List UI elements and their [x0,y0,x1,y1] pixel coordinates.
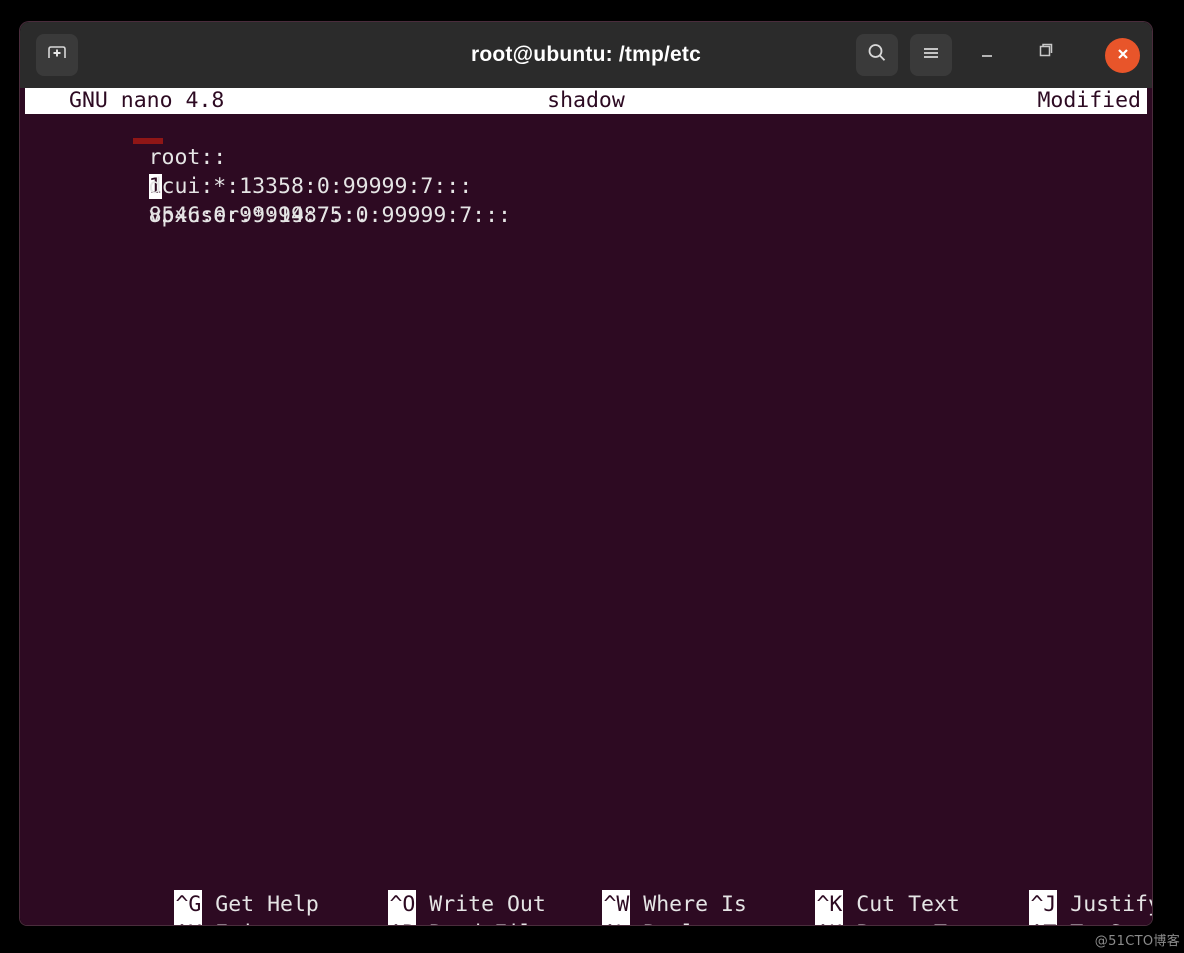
shortcut-key: ^U [815,919,844,925]
hamburger-menu-icon [919,41,943,69]
maximize-icon [1035,41,1059,69]
window-titlebar: root@ubuntu: /tmp/etc [20,22,1152,88]
shortcut-key: ^X [174,919,203,925]
terminal-window: root@ubuntu: /tmp/etc GNU nano 4.8 shado… [20,22,1152,925]
maximize-button[interactable] [1026,34,1068,76]
nano-editor-area[interactable]: root:: 1 8546:0:99999:7::: dcui:*:13358:… [20,114,1152,904]
editor-line[interactable]: vpxuser:*:14875:0:99999:7::: [45,172,511,228]
shortcut-column: ^J Justify ^T To Spell [900,861,1152,925]
editor-line[interactable]: dcui:*:13358:0:99999:7::: [45,143,473,199]
terminal-body[interactable]: GNU nano 4.8 shadow Modified root:: 1 85… [20,88,1152,925]
search-icon [865,41,889,69]
search-button[interactable] [856,34,898,76]
editor-line[interactable]: root:: 1 8546:0:99999:7::: [45,114,369,228]
minimize-icon [975,41,999,69]
shortcut-key: ^R [388,919,417,925]
watermark: @51CTO博客 [1094,934,1180,949]
shortcut-label: Exit [202,921,267,925]
close-icon [1113,44,1133,68]
editor-line-text: vpxuser:*:14875:0:99999:7::: [148,203,511,228]
shortcut-item-to-spell[interactable]: ^T To Spell [900,890,1152,925]
close-button[interactable] [1105,38,1140,73]
shortcut-item-justify[interactable]: ^J Justify [900,861,1152,919]
shortcut-key: ^\ [602,919,631,925]
nano-filename-label: shadow [547,88,625,113]
shortcut-label: To Spell [1057,921,1152,925]
menu-button[interactable] [910,34,952,76]
nano-modified-badge: Modified [1037,88,1141,113]
minimize-button[interactable] [966,34,1008,76]
nano-titlebar: GNU nano 4.8 shadow Modified [25,88,1147,114]
shortcut-key: ^T [1029,919,1058,925]
nano-shortcut-bar: ^G Get Help ^X Exit ^O Write Out ^R Read… [20,861,1152,925]
